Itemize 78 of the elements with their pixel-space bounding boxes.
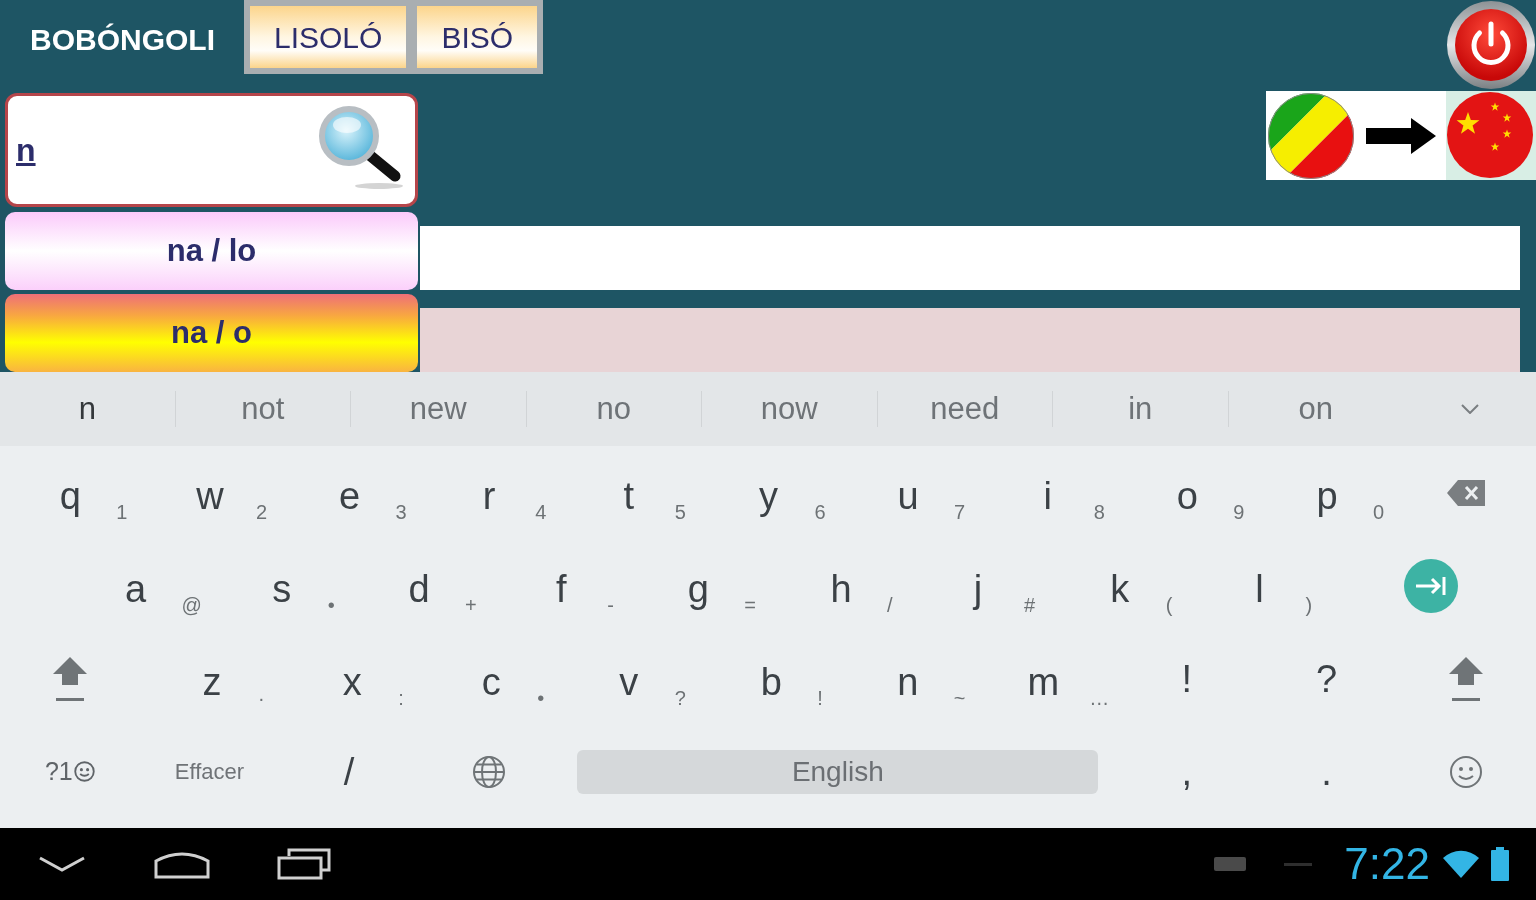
suggestion[interactable]: no xyxy=(596,389,631,429)
keyboard-key[interactable]: Effacer xyxy=(174,760,245,783)
keyboard-key[interactable]: d + xyxy=(361,570,477,615)
space-bar[interactable]: English xyxy=(577,749,1099,794)
diagonal-tricolor-flag-icon xyxy=(1267,91,1355,180)
back-button[interactable] xyxy=(38,855,86,873)
keyboard-key[interactable]: c • xyxy=(433,663,545,708)
keyboard-key[interactable]: s • xyxy=(223,570,335,615)
clock: 7:22 xyxy=(1344,842,1430,886)
backspace-key[interactable] xyxy=(1447,479,1486,506)
keyboard-key[interactable]: j # xyxy=(919,570,1035,615)
keyboard-icon xyxy=(1214,857,1247,871)
header-button[interactable]: BISÓ xyxy=(417,6,538,68)
shift-key[interactable] xyxy=(51,655,88,702)
keyboard-key[interactable]: n ~ xyxy=(849,663,966,708)
language-pair-panel[interactable] xyxy=(1266,91,1536,180)
suggestion[interactable]: not xyxy=(241,389,285,429)
arrow-right-icon xyxy=(1366,117,1436,154)
arrow-to-bar-icon xyxy=(1403,557,1460,614)
keyboard-key[interactable]: ! xyxy=(1181,659,1193,698)
expand-suggestions-button[interactable] xyxy=(1460,404,1479,414)
keyboard-key[interactable]: r 4 xyxy=(431,477,547,522)
app-title: BOBÓNGOLI xyxy=(30,22,215,58)
dash-icon xyxy=(1284,862,1313,866)
keyboard-key[interactable]: a @ xyxy=(77,570,202,615)
keyboard-key[interactable]: k ( xyxy=(1061,570,1173,615)
back-chevron-icon xyxy=(38,855,86,873)
keyboard-key[interactable]: u 7 xyxy=(850,477,966,522)
keyboard-key[interactable]: x : xyxy=(294,663,404,708)
power-icon xyxy=(1446,0,1536,90)
keyboard-key[interactable]: e 3 xyxy=(291,477,407,522)
suggestion[interactable]: need xyxy=(930,389,1000,429)
keyboard-key[interactable]: i 8 xyxy=(989,477,1105,522)
shift-arrow-icon xyxy=(51,655,88,702)
symbols-key[interactable]: ?1 xyxy=(44,759,95,784)
recent-apps-icon xyxy=(277,848,331,880)
keyboard-key[interactable]: b ! xyxy=(713,663,823,708)
chevron-down-icon xyxy=(1460,404,1479,414)
result-item[interactable]: na / o xyxy=(5,294,418,372)
wifi-icon xyxy=(1442,849,1480,879)
keyboard-key[interactable]: l ) xyxy=(1201,570,1313,615)
power-button[interactable] xyxy=(1446,0,1536,90)
smiley-icon xyxy=(1449,754,1484,789)
keyboard-key[interactable]: o 9 xyxy=(1129,477,1245,522)
keyboard-key[interactable]: q 1 xyxy=(12,477,128,522)
keyboard-key[interactable]: v ? xyxy=(570,663,686,708)
suggestion[interactable]: on xyxy=(1298,389,1333,429)
keyboard-key[interactable]: p 0 xyxy=(1268,477,1385,522)
recent-apps-button[interactable] xyxy=(277,848,331,880)
keyboard-key[interactable]: g = xyxy=(640,570,756,615)
battery-icon xyxy=(1490,847,1510,881)
suggestion[interactable]: new xyxy=(409,389,467,429)
globe-icon xyxy=(471,754,506,789)
keyboard-key[interactable]: f - xyxy=(503,570,614,615)
keyboard-key[interactable]: t 5 xyxy=(570,477,686,522)
keyboard-key[interactable]: h / xyxy=(783,570,893,615)
keyboard-key[interactable]: / xyxy=(343,752,355,791)
starred-flag-icon xyxy=(1446,91,1536,180)
suggestion[interactable]: now xyxy=(760,389,818,429)
header-button[interactable]: LISOLÓ xyxy=(250,6,407,68)
emoji-key[interactable] xyxy=(1449,754,1484,789)
keyboard-key[interactable]: m … xyxy=(985,663,1110,708)
keyboard-key[interactable]: z · xyxy=(154,663,265,708)
search-field[interactable]: n xyxy=(5,93,418,207)
shift-key[interactable] xyxy=(1448,655,1485,702)
keyboard-key[interactable]: , xyxy=(1181,752,1193,791)
keyboard-key[interactable]: y 6 xyxy=(710,477,826,522)
result-item[interactable]: na / lo xyxy=(5,212,418,290)
next-field-key[interactable] xyxy=(1403,557,1460,614)
suggestion[interactable]: n xyxy=(78,389,96,429)
shift-arrow-icon xyxy=(1448,655,1485,702)
language-key[interactable] xyxy=(471,754,506,789)
suggestion[interactable]: in xyxy=(1128,389,1153,429)
smiley-icon xyxy=(73,761,95,782)
keyboard-key[interactable]: w 2 xyxy=(151,477,267,522)
keyboard-key[interactable]: ? xyxy=(1315,659,1338,698)
backspace-icon xyxy=(1447,479,1486,506)
keyboard-key[interactable]: . xyxy=(1321,752,1332,791)
